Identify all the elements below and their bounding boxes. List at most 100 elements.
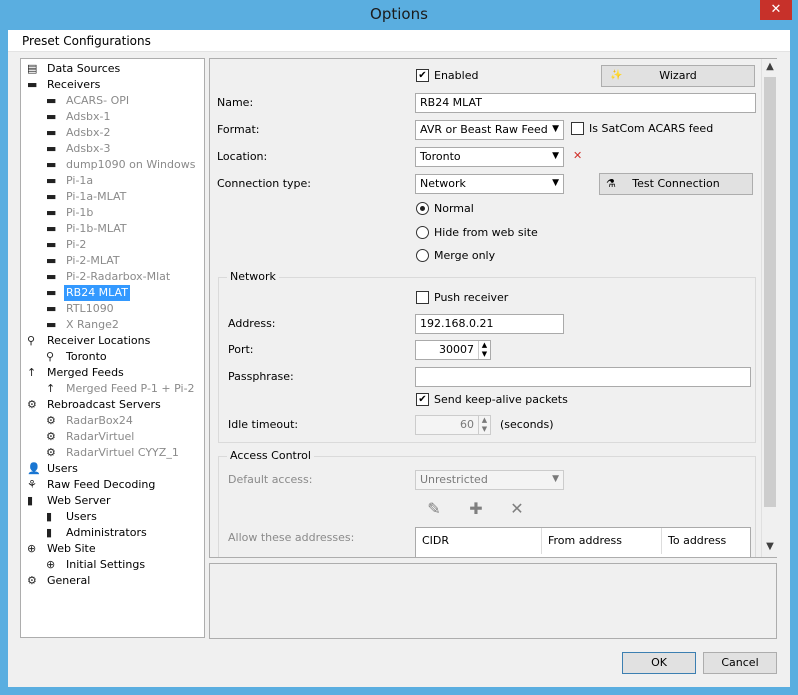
tree-item-label: Receiver Locations (47, 334, 151, 347)
location-value: Toronto (420, 150, 461, 163)
x-icon[interactable]: ✕ (508, 500, 526, 518)
gear-icon: ⚙ (27, 574, 37, 587)
tree-item-label: Users (66, 510, 97, 523)
test-connection-button[interactable]: ⚗ Test Connection (599, 173, 753, 195)
tree-item-label: Adsbx-2 (66, 126, 111, 139)
idle-timeout-input[interactable]: 60 ▲ ▼ (415, 415, 491, 435)
receiver-icon: ▬ (46, 206, 57, 219)
title-bar[interactable]: Options ✕ (0, 0, 798, 30)
column-header-cidr[interactable]: CIDR (416, 528, 542, 554)
idle-timeout-value: 60 (460, 418, 474, 431)
radio-hide-label: Hide from web site (434, 226, 538, 239)
receiver-icon: ▬ (46, 158, 57, 171)
close-button[interactable]: ✕ (760, 0, 792, 20)
keepalive-label: Send keep-alive packets (434, 393, 568, 406)
idle-timeout-spinner[interactable]: ▲ ▼ (478, 416, 490, 434)
radio-merge-only[interactable] (416, 249, 429, 262)
rebroadcast-icon: ⚙ (46, 430, 56, 443)
radio-merge-label: Merge only (434, 249, 496, 262)
port-spinner[interactable]: ▲ ▼ (478, 341, 490, 359)
chevron-down-icon: ▼ (552, 178, 559, 188)
rebroadcast-icon: ⚙ (46, 414, 56, 427)
globe-icon: ⊕ (27, 542, 37, 555)
connection-type-select[interactable]: Network ▼ (415, 174, 564, 194)
rebroadcast-icon: ⚙ (27, 398, 37, 411)
window-title: Options (370, 5, 428, 23)
cancel-button[interactable]: Cancel (703, 652, 777, 674)
test-connection-label: Test Connection (632, 177, 720, 190)
tree-item-label: Pi-1a-MLAT (66, 190, 127, 203)
wizard-label: Wizard (659, 69, 697, 82)
keepalive-checkbox[interactable]: ✔ (416, 393, 429, 406)
chevron-down-icon: ▼ (552, 151, 559, 161)
plus-icon[interactable]: ✚ (467, 500, 485, 518)
name-input[interactable]: RB24 MLAT (415, 93, 756, 113)
check-icon: ✔ (418, 394, 427, 405)
globe-icon: ⊕ (46, 558, 56, 571)
passphrase-input[interactable] (415, 367, 751, 387)
server-icon: ▮ (46, 526, 53, 539)
receiver-icon: ▬ (46, 286, 57, 299)
spin-down-icon[interactable]: ▼ (479, 425, 490, 434)
radio-hide-from-web-site[interactable] (416, 226, 429, 239)
tree-item-label: Merged Feed P-1 + Pi-2 (66, 382, 195, 395)
tree-item-label: Adsbx-1 (66, 110, 111, 123)
tree-item-label: Pi-1a (66, 174, 94, 187)
push-receiver-checkbox[interactable] (416, 291, 429, 304)
push-receiver-label: Push receiver (434, 291, 509, 304)
client-area: Preset Configurations ▤ Data Sources ▬ Rece… (8, 30, 790, 687)
tree-item-label: General (47, 574, 91, 587)
server-icon: ▮ (27, 494, 34, 507)
scroll-thumb[interactable] (764, 77, 776, 507)
tree-item-label: ACARS- OPI (66, 94, 130, 107)
tree-item-label: Web Site (47, 542, 96, 555)
port-input[interactable]: 30007 ▲ ▼ (415, 340, 491, 360)
raw-feed-icon: ⚘ (27, 478, 37, 491)
spin-up-icon[interactable]: ▲ (479, 416, 490, 425)
allowed-addresses-grid[interactable]: CIDR From address To address (415, 527, 752, 557)
merge-arrow-icon: ↑ (27, 366, 37, 379)
tree-item-label: Initial Settings (66, 558, 146, 571)
name-label: Name: (217, 96, 254, 109)
tree-item-label: Pi-2 (66, 238, 87, 251)
location-select[interactable]: Toronto ▼ (415, 147, 564, 167)
address-label: Address: (228, 317, 276, 330)
pencil-icon[interactable]: ✎ (425, 500, 443, 518)
users-icon: 👤 (27, 462, 41, 475)
chevron-down-icon: ▼ (552, 124, 559, 134)
tree-item-label: Raw Feed Decoding (47, 478, 156, 491)
spin-down-icon[interactable]: ▼ (479, 350, 490, 359)
settings-scrollbar[interactable]: ▲ ▼ (761, 59, 777, 557)
ok-button[interactable]: OK (622, 652, 696, 674)
check-icon: ✔ (418, 70, 427, 81)
receiver-icon: ▬ (46, 318, 57, 331)
receiver-icon: ▬ (46, 270, 57, 283)
allow-addresses-label: Allow these addresses: (228, 531, 355, 544)
tree-item-label: Web Server (47, 494, 111, 507)
tree-item-label: Data Sources (47, 62, 121, 75)
receiver-icon: ▬ (27, 78, 38, 91)
options-tree[interactable]: ▤ Data Sources ▬ Receivers ▬ ACARS- OPI ▬ Adsbx… (20, 58, 205, 638)
scroll-down-icon[interactable]: ▼ (765, 541, 775, 555)
idle-timeout-label: Idle timeout: (228, 418, 299, 431)
receiver-icon: ▬ (46, 222, 57, 235)
format-value: AVR or Beast Raw Feed (420, 123, 548, 136)
wizard-button[interactable]: ✨ Wizard (601, 65, 755, 87)
address-input[interactable]: 192.168.0.21 (415, 314, 564, 334)
menu-preset-configurations[interactable]: Preset Configurations (22, 34, 151, 48)
tree-item-label: Administrators (66, 526, 147, 539)
default-access-select[interactable]: Unrestricted ▼ (415, 470, 564, 490)
chevron-down-icon: ▼ (552, 474, 559, 484)
format-select[interactable]: AVR or Beast Raw Feed ▼ (415, 120, 564, 140)
spin-up-icon[interactable]: ▲ (479, 341, 490, 350)
receiver-icon: ▬ (46, 142, 57, 155)
tree-item-label: RB24 MLAT (64, 285, 130, 301)
satcom-checkbox[interactable] (571, 122, 584, 135)
data-sources-icon: ▤ (27, 62, 38, 75)
receiver-icon: ▬ (46, 190, 57, 203)
scroll-up-icon[interactable]: ▲ (765, 61, 775, 75)
column-header-to-address[interactable]: To address (662, 528, 752, 554)
column-header-from-address[interactable]: From address (542, 528, 662, 554)
enabled-checkbox[interactable]: ✔ (416, 69, 429, 82)
radio-normal[interactable] (416, 202, 429, 215)
